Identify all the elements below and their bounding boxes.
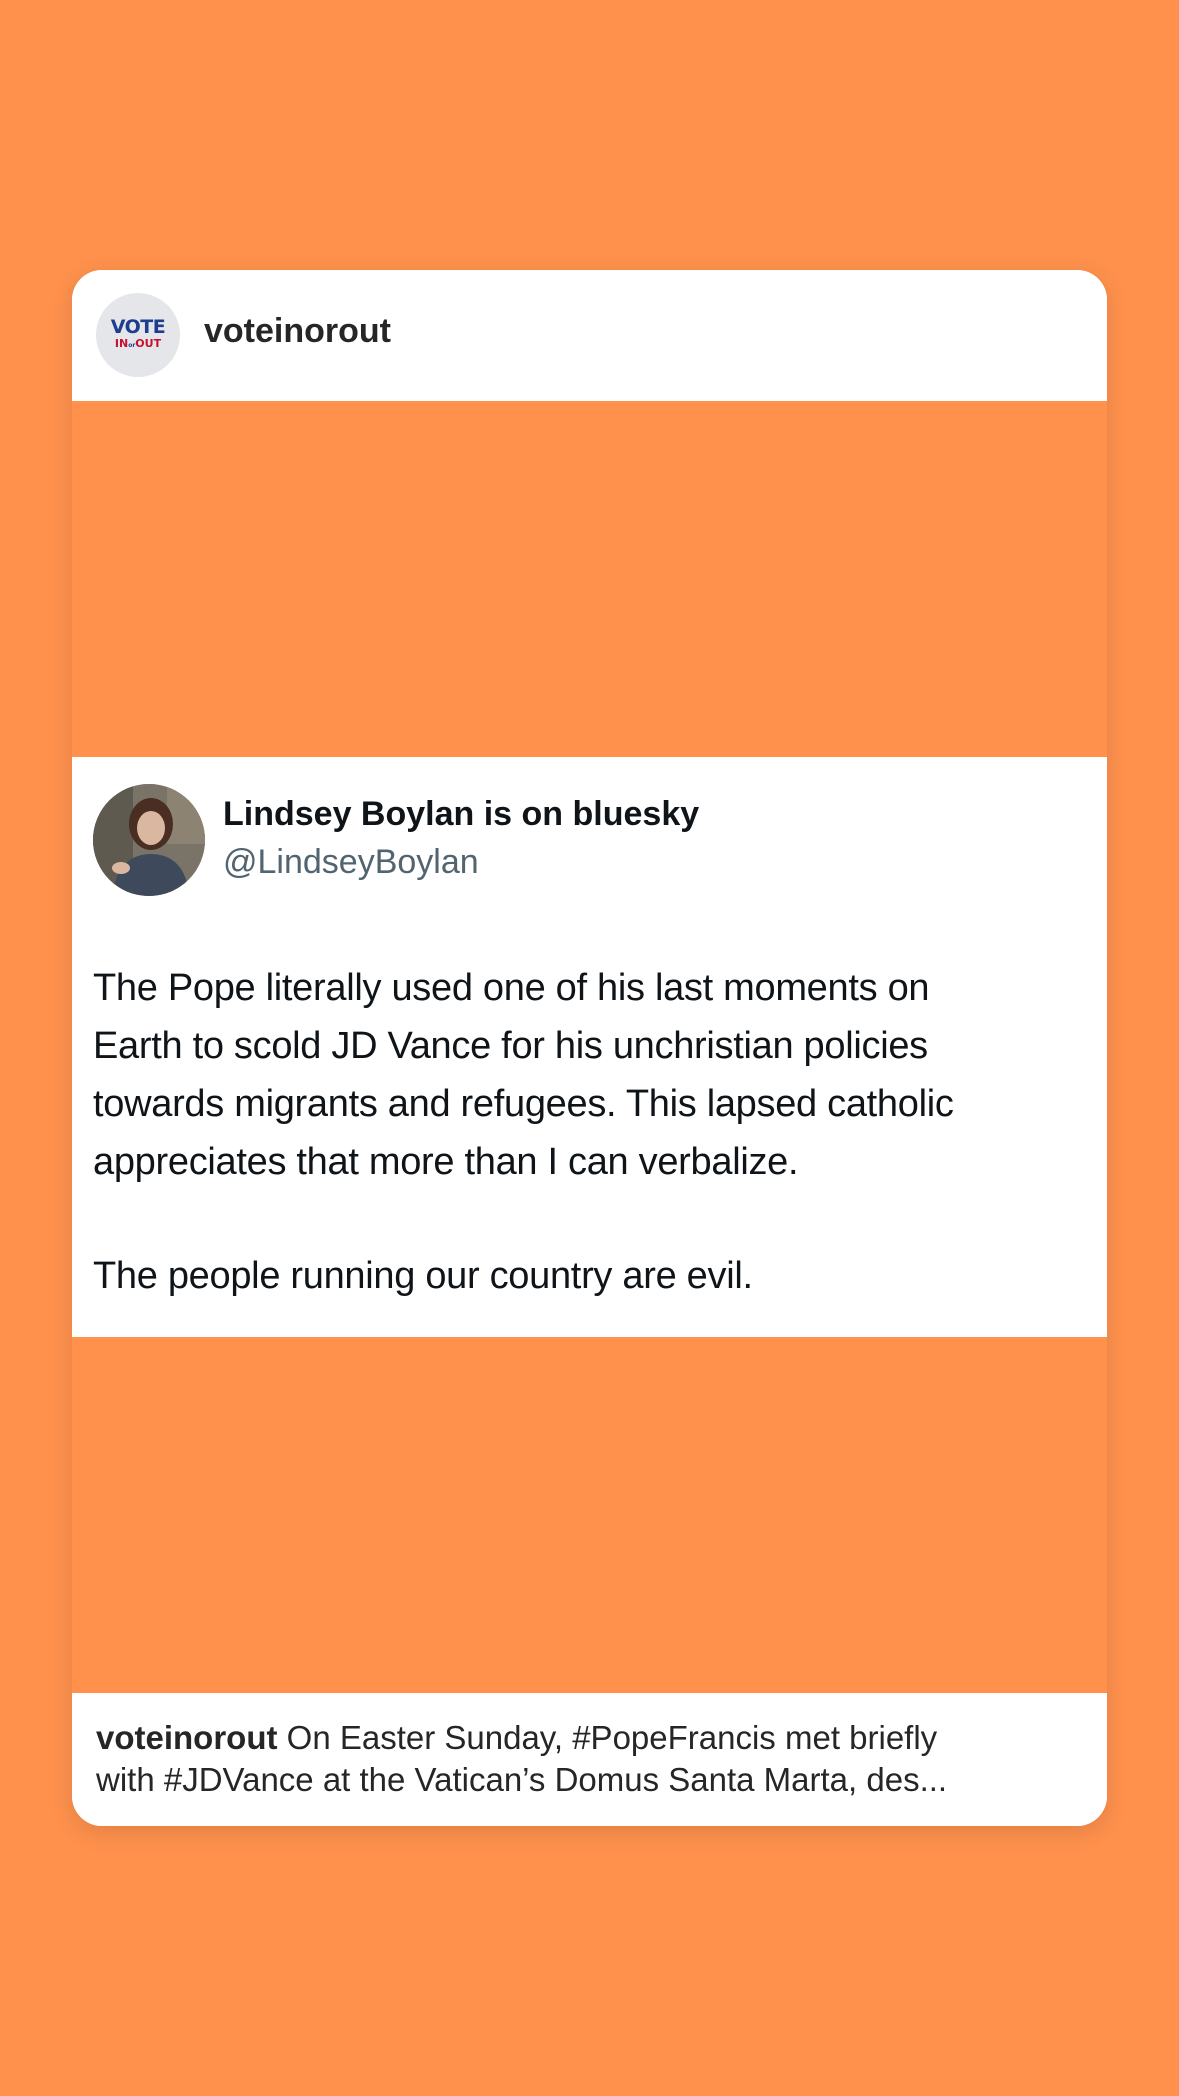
avatar-logo-in-or-out: INorOUT xyxy=(96,338,180,349)
account-avatar[interactable]: VOTE INorOUT xyxy=(96,293,180,377)
post-header: VOTE INorOUT voteinorout xyxy=(72,270,1107,401)
account-username[interactable]: voteinorout xyxy=(204,312,391,351)
avatar-logo-out: OUT xyxy=(135,337,162,350)
caption-text-1: On Easter Sunday, #PopeFrancis met brief… xyxy=(286,1719,938,1756)
tweet-author-handle: @LindseyBoylan xyxy=(223,843,479,881)
tweet-text-closing: The people running our country are evil. xyxy=(93,1255,753,1297)
caption-text[interactable]: voteinorout On Easter Sunday, #PopeFranc… xyxy=(96,1717,1086,1801)
tweet-text-line: appreciates that more than I can verbali… xyxy=(93,1141,799,1183)
tweet-text: The Pope literally used one of his last … xyxy=(93,959,1093,1305)
post-card[interactable]: VOTE INorOUT voteinorout Lindsey Boylan … xyxy=(72,270,1107,1826)
caption-username[interactable]: voteinorout xyxy=(96,1719,277,1756)
avatar-logo-in: IN xyxy=(114,337,129,350)
tweet-text-line: The Pope literally used one of his last … xyxy=(93,967,930,1009)
post-media[interactable]: Lindsey Boylan is on bluesky @LindseyBoy… xyxy=(72,401,1107,1693)
tweet-author-avatar xyxy=(93,784,205,896)
caption-line-2: with #JDVance at the Vatican’s Domus San… xyxy=(96,1761,948,1798)
tweet-text-line: towards migrants and refugees. This laps… xyxy=(93,1083,954,1125)
tweet-text-line: Earth to scold JD Vance for his unchrist… xyxy=(93,1025,928,1067)
tweet-author-name: Lindsey Boylan is on bluesky xyxy=(223,795,700,833)
post-caption[interactable]: voteinorout On Easter Sunday, #PopeFranc… xyxy=(72,1693,1107,1826)
author-photo-icon xyxy=(93,784,205,896)
caption-line-1: voteinorout On Easter Sunday, #PopeFranc… xyxy=(96,1717,1086,1759)
avatar-logo-vote: VOTE xyxy=(110,316,166,338)
tweet-screenshot: Lindsey Boylan is on bluesky @LindseyBoy… xyxy=(72,757,1107,1337)
